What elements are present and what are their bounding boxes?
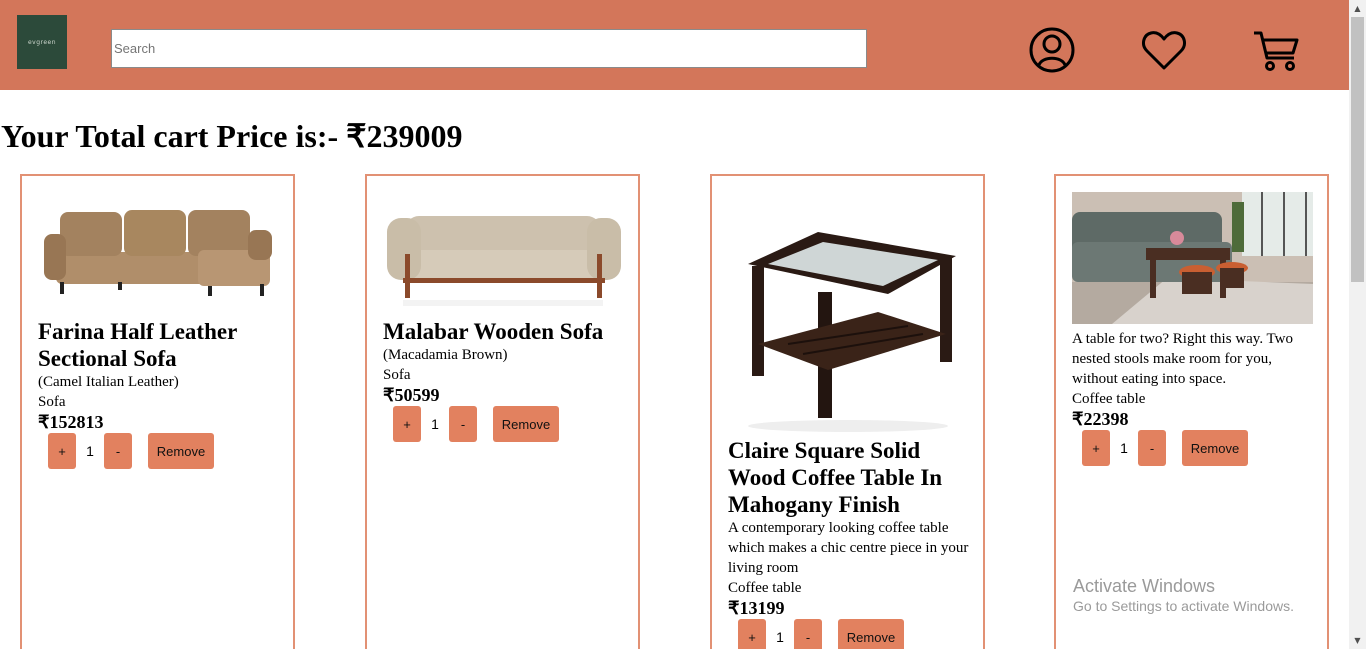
logo-text: evgreen xyxy=(27,38,57,46)
living-room-table-image xyxy=(1072,192,1313,324)
product-category: Coffee table xyxy=(728,580,802,596)
site-header: evgreen xyxy=(0,0,1349,90)
product-price: ₹13199 xyxy=(728,598,785,618)
product-category: Sofa xyxy=(38,394,66,410)
decrease-qty-button[interactable]: - xyxy=(104,433,132,469)
cart-item-card: Claire Square Solid Wood Coffee Table In… xyxy=(710,174,985,649)
wooden-sofa-image xyxy=(383,194,624,312)
product-name: Farina Half Leather Sectional Sofa xyxy=(38,319,237,371)
windows-activation-watermark: Activate Windows Go to Settings to activ… xyxy=(1073,575,1294,615)
quantity-controls: + 1 - Remove xyxy=(1072,430,1313,466)
quantity-value: 1 xyxy=(1120,440,1128,456)
scroll-down-arrow-icon[interactable]: ▼ xyxy=(1349,632,1366,649)
account-icon[interactable] xyxy=(1028,26,1076,74)
product-category: Sofa xyxy=(383,367,411,383)
remove-button[interactable]: Remove xyxy=(493,406,559,442)
product-detail: (Camel Italian Leather) xyxy=(38,374,179,390)
remove-button[interactable]: Remove xyxy=(1182,430,1248,466)
product-price: ₹22398 xyxy=(1072,409,1129,429)
product-detail: A contemporary looking coffee table whic… xyxy=(728,520,969,576)
increase-qty-button[interactable]: + xyxy=(1082,430,1110,466)
quantity-value: 1 xyxy=(776,629,784,645)
product-name: Malabar Wooden Sofa xyxy=(383,319,604,344)
cart-total-heading: Your Total cart Price is:- ₹239009 xyxy=(1,118,463,154)
product-detail: A table for two? Right this way. Two nes… xyxy=(1072,331,1294,387)
watermark-subtitle: Go to Settings to activate Windows. xyxy=(1073,598,1294,614)
quantity-controls: + 1 - Remove xyxy=(383,406,628,442)
scroll-up-arrow-icon[interactable]: ▲ xyxy=(1349,0,1366,17)
scroll-thumb[interactable] xyxy=(1351,17,1364,282)
remove-button[interactable]: Remove xyxy=(148,433,214,469)
increase-qty-button[interactable]: + xyxy=(393,406,421,442)
remove-button[interactable]: Remove xyxy=(838,619,904,649)
product-price: ₹50599 xyxy=(383,385,440,405)
coffee-table-image xyxy=(728,194,969,434)
decrease-qty-button[interactable]: - xyxy=(449,406,477,442)
vertical-scrollbar[interactable]: ▲ ▼ xyxy=(1349,0,1366,649)
sectional-sofa-image xyxy=(38,194,279,314)
increase-qty-button[interactable]: + xyxy=(48,433,76,469)
product-detail: (Macadamia Brown) xyxy=(383,347,508,363)
cart-item-card: Malabar Wooden Sofa (Macadamia Brown) So… xyxy=(365,174,640,649)
quantity-controls: + 1 - Remove xyxy=(38,433,283,469)
decrease-qty-button[interactable]: - xyxy=(794,619,822,649)
quantity-value: 1 xyxy=(86,443,94,459)
cart-icon[interactable] xyxy=(1252,26,1300,74)
brand-logo[interactable]: evgreen xyxy=(17,15,67,69)
product-category: Coffee table xyxy=(1072,391,1146,407)
watermark-title: Activate Windows xyxy=(1073,576,1216,596)
increase-qty-button[interactable]: + xyxy=(738,619,766,649)
product-name: Claire Square Solid Wood Coffee Table In… xyxy=(728,438,943,517)
search-input[interactable] xyxy=(111,29,867,68)
wishlist-heart-icon[interactable] xyxy=(1140,26,1188,74)
quantity-value: 1 xyxy=(431,416,439,432)
decrease-qty-button[interactable]: - xyxy=(1138,430,1166,466)
quantity-controls: + 1 - Remove xyxy=(728,619,973,649)
product-price: ₹152813 xyxy=(38,412,104,432)
cart-item-card: Farina Half Leather Sectional Sofa (Came… xyxy=(20,174,295,649)
